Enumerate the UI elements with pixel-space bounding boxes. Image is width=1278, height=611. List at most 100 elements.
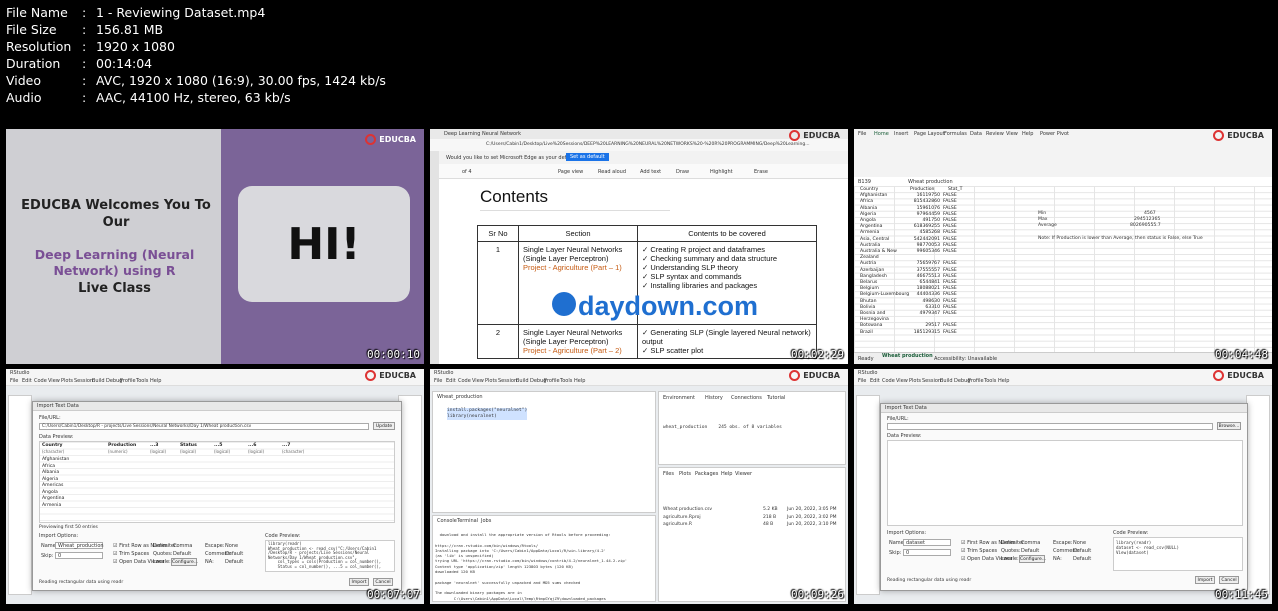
menu-tools[interactable]: Tools	[560, 378, 572, 384]
thumbnail-2[interactable]: Deep Learning Neural Network C:/Users/Ca…	[430, 129, 848, 364]
file-row[interactable]: agriculture.Rproj 218 B Jun 20, 2022, 3:02…	[663, 514, 837, 522]
update-button[interactable]: Update	[373, 422, 395, 430]
highlight-button[interactable]: Highlight	[710, 169, 733, 175]
draw-button[interactable]: Draw	[676, 169, 689, 175]
cancel-button[interactable]: Cancel	[1219, 576, 1239, 584]
ribbon-tab-help[interactable]: Help	[1022, 131, 1033, 137]
tab-terminal[interactable]: Terminal	[457, 518, 478, 524]
menu-code[interactable]: Code	[458, 378, 471, 384]
menu-plots[interactable]: Plots	[909, 378, 921, 384]
code-preview[interactable]: library(readr) dataset <- read_csv(NULL)…	[1113, 537, 1243, 571]
file-name[interactable]: agriculture.Rproj	[663, 514, 763, 522]
file-row[interactable]: Wheat production.csv 5.2 KB Jun 20, 2022, …	[663, 506, 837, 514]
configure-button[interactable]: Configure...	[1019, 555, 1046, 563]
tab-files[interactable]: Files	[663, 471, 674, 477]
name-input[interactable]: Wheat_production	[55, 542, 104, 549]
tab-tutorial[interactable]: Tutorial	[767, 395, 785, 401]
thumbnail-1[interactable]: EDUCBA EDUCBA Welcomes You To Our Deep L…	[6, 129, 424, 364]
comment-select[interactable]: Default	[1073, 548, 1091, 554]
menu-profile[interactable]: Profile	[544, 378, 560, 384]
na-select[interactable]: Default	[225, 559, 243, 565]
file-url-input[interactable]	[887, 423, 1213, 430]
code-preview[interactable]: library(readr) Wheat_production <- read_…	[265, 540, 395, 572]
ribbon-tab-view[interactable]: View	[1006, 131, 1018, 137]
menu-view[interactable]: View	[48, 378, 60, 384]
menu-edit[interactable]: Edit	[446, 378, 456, 384]
skip-input[interactable]: 0	[55, 552, 103, 559]
cancel-button[interactable]: Cancel	[373, 578, 393, 586]
production-cell[interactable]: 99605346	[910, 249, 940, 261]
sheet-tab[interactable]: Wheat production	[882, 353, 933, 359]
ribbon-tab-power-pivot[interactable]: Power Pivot	[1040, 131, 1069, 137]
checkbox-trim-spaces[interactable]: ☑ Trim Spaces	[113, 551, 149, 557]
menu-help[interactable]: Help	[574, 378, 585, 384]
menu-code[interactable]: Code	[882, 378, 895, 384]
tab-viewer[interactable]: Viewer	[735, 471, 752, 477]
thumbnail-6[interactable]: RStudio File Edit Code View Plots Sessio…	[854, 369, 1272, 604]
skip-input[interactable]: 0	[903, 549, 951, 556]
menu-build[interactable]: Build	[516, 378, 529, 384]
file-name[interactable]: agriculture.R	[663, 521, 763, 529]
file-url-input[interactable]: C:/Users/Cabin1/Desktop/R - projects/Liv…	[39, 423, 369, 430]
country-cell[interactable]: Bosnia and Herzegovina	[860, 311, 910, 323]
menu-view[interactable]: View	[472, 378, 484, 384]
tab-packages[interactable]: Packages	[695, 471, 718, 477]
menu-build[interactable]: Build	[92, 378, 105, 384]
flag-cell[interactable]: FALSE	[940, 330, 963, 336]
import-button[interactable]: Import	[349, 578, 369, 586]
ribbon-tab-data[interactable]: Data	[970, 131, 982, 137]
browse-button[interactable]: Browse...	[1217, 422, 1241, 430]
flag-cell[interactable]: FALSE	[940, 249, 963, 261]
quotes-select[interactable]: Default	[173, 551, 191, 557]
file-name[interactable]: Wheat production.csv	[663, 506, 763, 514]
menu-tools[interactable]: Tools	[136, 378, 148, 384]
name-input[interactable]: dataset	[903, 539, 951, 546]
comment-select[interactable]: Default	[225, 551, 243, 557]
escape-select[interactable]: None	[1073, 540, 1086, 546]
thumbnail-3[interactable]: File Home Insert Page Layout Formulas Da…	[854, 129, 1272, 364]
script-code[interactable]: install.packages("neuralnet") library(ne…	[447, 408, 528, 420]
menu-profile[interactable]: Profile	[120, 378, 136, 384]
production-cell[interactable]: 4979347	[910, 311, 940, 323]
name-box[interactable]: B139	[858, 179, 871, 185]
tab-plots[interactable]: Plots	[679, 471, 691, 477]
ribbon-tab-home[interactable]: Home	[874, 131, 889, 137]
menu-edit[interactable]: Edit	[870, 378, 880, 384]
na-select[interactable]: Default	[1073, 556, 1091, 562]
table-row[interactable]: Bosnia and Herzegovina 4979347 FALSE	[860, 311, 968, 323]
ribbon-tab-review[interactable]: Review	[986, 131, 1004, 137]
menu-file[interactable]: File	[434, 378, 442, 384]
menu-help[interactable]: Help	[150, 378, 161, 384]
quotes-select[interactable]: Default	[1021, 548, 1039, 554]
configure-button[interactable]: Configure...	[171, 558, 198, 566]
script-editor[interactable]: Wheat_production install.packages("neura…	[432, 391, 656, 513]
erase-button[interactable]: Erase	[754, 169, 768, 175]
console-pane[interactable]: Console Terminal Jobs download and insta…	[432, 515, 656, 602]
thumbnail-4[interactable]: RStudio File Edit Code View Plots Sessio…	[6, 369, 424, 604]
tab-history[interactable]: History	[705, 395, 723, 401]
menu-session[interactable]: Session	[498, 378, 517, 384]
tab-environment[interactable]: Environment	[663, 395, 695, 401]
read-aloud-button[interactable]: Read aloud	[598, 169, 626, 175]
set-default-button[interactable]: Set as default	[566, 153, 609, 161]
delimiter-select[interactable]: Comma	[173, 543, 192, 549]
import-button[interactable]: Import	[1195, 576, 1215, 584]
tab-console[interactable]: Console	[437, 518, 457, 524]
env-data-row[interactable]: wheat_production 245 obs. of 8 variables	[663, 425, 782, 431]
ribbon-tab-insert[interactable]: Insert	[894, 131, 908, 137]
menu-session[interactable]: Session	[74, 378, 93, 384]
escape-select[interactable]: None	[225, 543, 238, 549]
script-tab[interactable]: Wheat_production	[437, 394, 483, 400]
add-text-button[interactable]: Add text	[640, 169, 661, 175]
menu-code[interactable]: Code	[34, 378, 47, 384]
table-row[interactable]: Australia & New Zealand 99605346 FALSE	[860, 249, 968, 261]
menu-help[interactable]: Help	[998, 378, 1009, 384]
country-cell[interactable]: Brazil	[860, 330, 910, 336]
menu-edit[interactable]: Edit	[22, 378, 32, 384]
menu-file[interactable]: File	[10, 378, 18, 384]
data-preview-table[interactable]: Country Production ...3 Status ...5 ...6 ...7 …	[39, 441, 395, 523]
formula-input[interactable]: Wheat production	[908, 179, 953, 185]
menu-profile[interactable]: Profile	[968, 378, 984, 384]
ribbon-tab-file[interactable]: File	[858, 131, 866, 137]
production-cell[interactable]: 185129315	[910, 330, 940, 336]
